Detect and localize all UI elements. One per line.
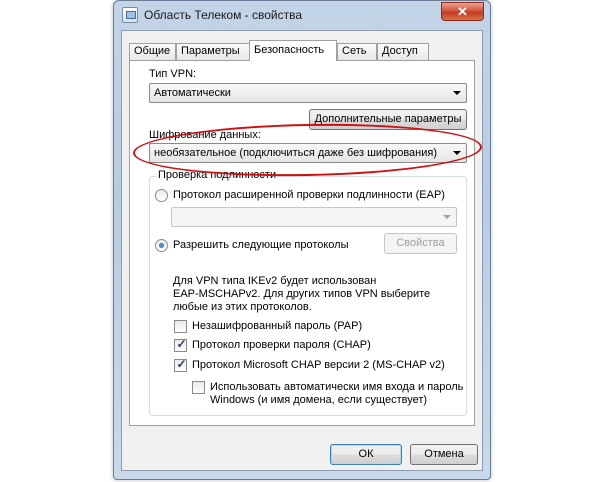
chevron-down-icon [453, 91, 461, 95]
encryption-select[interactable]: необязательное (подключиться даже без ши… [149, 143, 467, 163]
pap-checkbox[interactable] [174, 320, 187, 333]
tab-networking[interactable]: Сеть [337, 43, 377, 60]
allow-protocols-label: Разрешить следующие протоколы [173, 239, 349, 251]
properties-button[interactable]: Свойства [384, 233, 457, 254]
chap-label: Протокол проверки пароля (CHAP) [192, 339, 371, 351]
encryption-value: необязательное (подключиться даже без ши… [154, 147, 438, 159]
allow-protocols-radio[interactable] [155, 239, 168, 252]
protocol-note-line: EAP-MSCHAPv2. Для других типов VPN выбер… [173, 288, 431, 300]
authentication-group-label: Проверка подлинности [156, 169, 279, 181]
vpn-type-select[interactable]: Автоматически [149, 83, 467, 103]
protocol-note-line: любые из этих протоколов. [173, 301, 312, 313]
autologon-label-line: Использовать автоматически имя входа и п… [210, 381, 464, 393]
title-bar[interactable]: Область Телеком - свойства ✕ [114, 1, 490, 29]
eap-radio-label: Протокол расширенной проверки подлинност… [173, 189, 445, 201]
window-title: Область Телеком - свойства [144, 8, 303, 22]
autologon-label-line: Windows (и имя домена, если существует) [210, 394, 428, 406]
ok-button[interactable]: ОК [330, 444, 402, 465]
properties-window: Область Телеком - свойства ✕ Общие Парам… [113, 0, 491, 480]
network-connection-icon [122, 7, 138, 23]
cancel-button[interactable]: Отмена [410, 444, 478, 465]
vpn-type-label: Тип VPN: [149, 68, 197, 80]
vpn-type-value: Автоматически [154, 87, 231, 99]
advanced-settings-button[interactable]: Дополнительные параметры [309, 109, 467, 130]
tab-general[interactable]: Общие [129, 43, 176, 60]
eap-radio[interactable] [155, 189, 168, 202]
autologon-checkbox[interactable] [192, 381, 205, 394]
chap-checkbox[interactable]: ✓ [174, 337, 187, 352]
mschap-label: Протокол Microsoft CHAP версии 2 (MS-CHA… [192, 359, 445, 371]
pap-label: Незашифрованный пароль (PAP) [192, 320, 363, 332]
chevron-down-icon [453, 151, 461, 155]
mschap-checkbox[interactable]: ✓ [174, 357, 187, 372]
authentication-group: Проверка подлинности Протокол расширенно… [149, 169, 467, 416]
eap-method-select[interactable] [171, 207, 457, 227]
protocol-note: Для VPN типа IKEv2 будет использован EAP… [173, 275, 430, 314]
tab-security[interactable]: Безопасность [249, 40, 337, 61]
chevron-down-icon [443, 215, 451, 219]
security-panel: Тип VPN: Автоматически Дополнительные па… [129, 60, 475, 426]
dialog-client-area: Общие Параметры Безопасность Сеть Доступ… [121, 30, 483, 471]
tab-options[interactable]: Параметры [176, 43, 250, 60]
protocol-note-line: Для VPN типа IKEv2 будет использован [173, 275, 377, 287]
autologon-label: Использовать автоматически имя входа и п… [210, 381, 463, 407]
encryption-label: Шифрование данных: [149, 129, 261, 141]
tab-sharing[interactable]: Доступ [377, 43, 429, 60]
close-button[interactable]: ✕ [441, 2, 484, 21]
checkmark-icon: ✓ [176, 357, 187, 371]
checkmark-icon: ✓ [176, 337, 187, 351]
